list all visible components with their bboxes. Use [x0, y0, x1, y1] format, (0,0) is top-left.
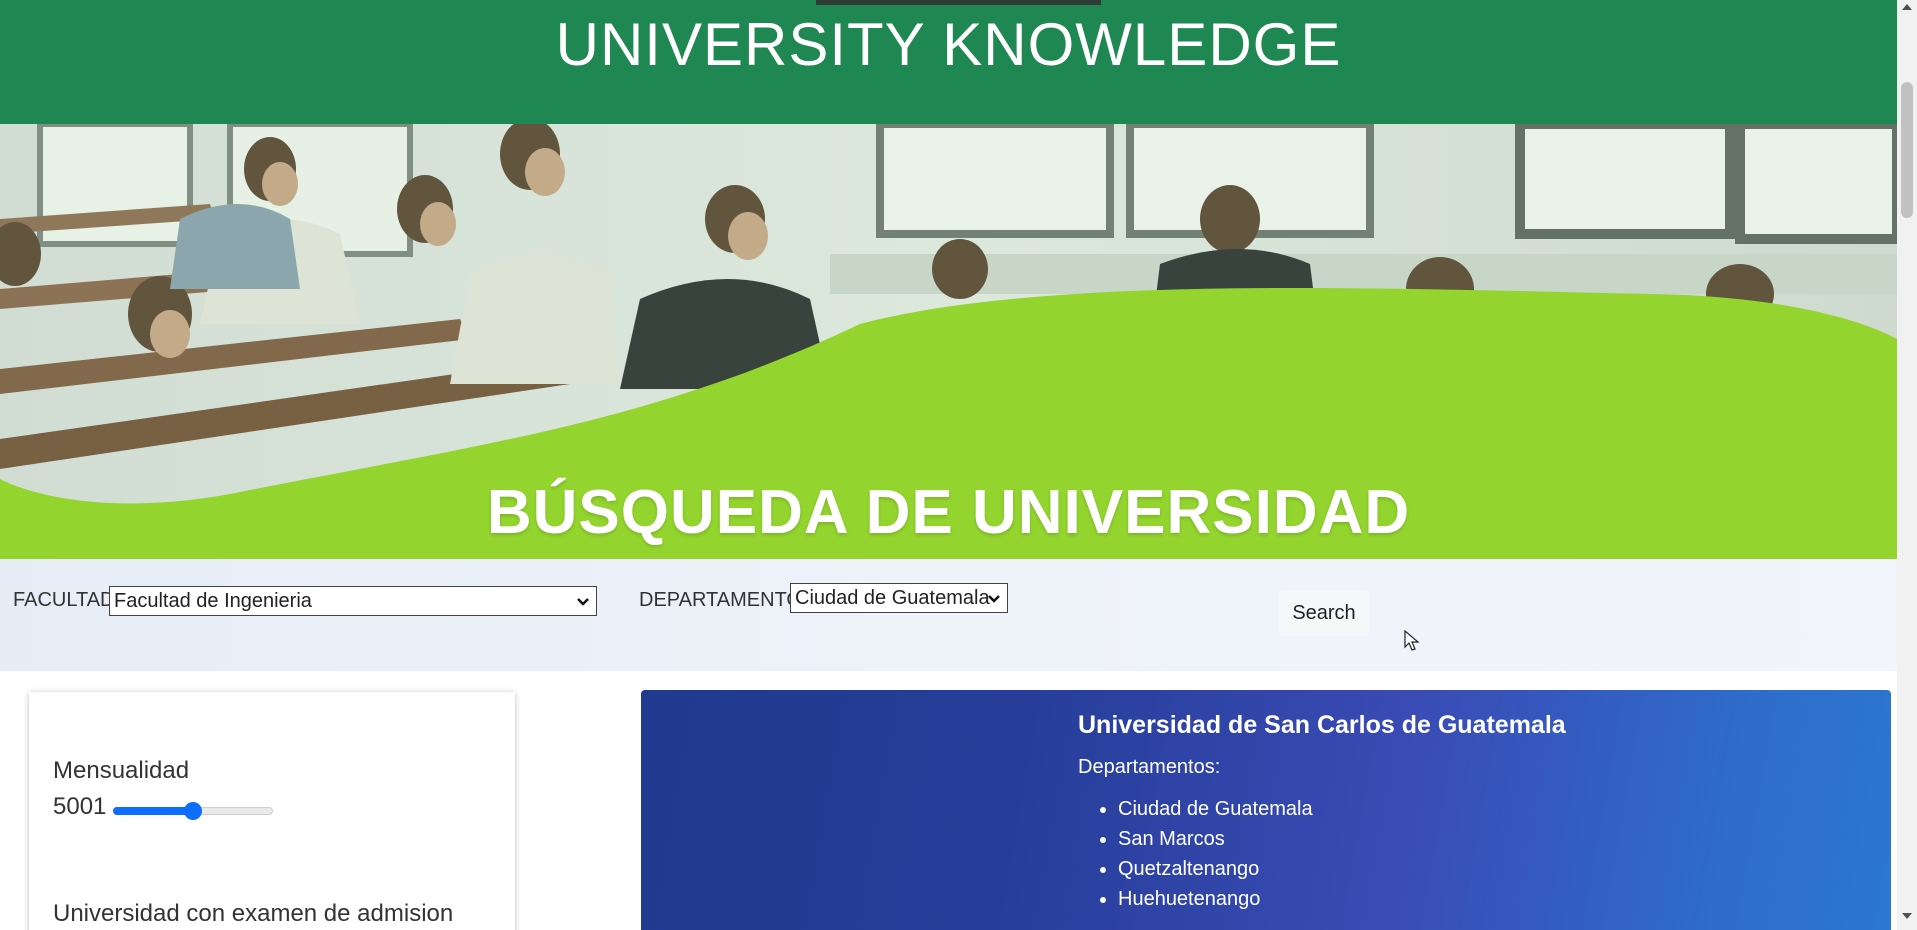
departamento-label: DEPARTAMENTO [639, 589, 802, 611]
site-header: UNIVERSITY KNOWLEDGE [0, 0, 1897, 124]
list-item: Ciudad de Guatemala [1118, 794, 1313, 824]
chevron-down-icon [988, 595, 1000, 603]
mouse-cursor-icon [1404, 630, 1420, 651]
departamento-select[interactable]: Ciudad de Guatemala [790, 583, 1008, 613]
site-title: UNIVERSITY KNOWLEDGE [555, 11, 1342, 78]
header-tab-indicator [816, 0, 1101, 5]
university-result-card[interactable]: Universidad de San Carlos de Guatemala D… [641, 690, 1891, 930]
search-button[interactable]: Search [1279, 590, 1369, 636]
scroll-up-arrow-icon[interactable] [1902, 3, 1912, 11]
filter-card: Mensualidad 5001 Universidad con examen … [29, 692, 515, 930]
facultad-select[interactable]: Facultad de Ingenieria [109, 586, 597, 616]
page: UNIVERSITY KNOWLEDGE BÚSQUEDA DE UNIVERS… [0, 0, 1897, 930]
admision-label: Universidad con examen de admision [53, 900, 454, 927]
vertical-scrollbar[interactable] [1897, 0, 1917, 930]
mensualidad-slider[interactable] [113, 802, 273, 820]
search-bar: FACULTAD Facultad de Ingenieria DEPARTAM… [0, 559, 1897, 671]
mensualidad-value: 5001 [53, 793, 107, 820]
scrollbar-thumb[interactable] [1901, 82, 1913, 218]
departamento-select-value: Ciudad de Guatemala [795, 587, 990, 609]
slider-thumb[interactable] [184, 802, 202, 820]
hero-heading: BÚSQUEDA DE UNIVERSIDAD [486, 478, 1411, 547]
university-name: Universidad de San Carlos de Guatemala [1078, 711, 1566, 739]
slider-fill [113, 807, 193, 815]
list-item: San Marcos [1118, 824, 1313, 854]
list-item: Quetzaltenango [1118, 854, 1313, 884]
chevron-down-icon [577, 598, 589, 606]
mensualidad-label: Mensualidad [53, 757, 190, 784]
scroll-down-arrow-icon[interactable] [1902, 912, 1912, 920]
departamentos-list: Ciudad de Guatemala San Marcos Quetzalte… [1078, 794, 1313, 914]
facultad-select-value: Facultad de Ingenieria [114, 590, 312, 612]
facultad-label: FACULTAD [13, 589, 115, 611]
departamentos-heading: Departamentos: [1078, 756, 1221, 778]
list-item: Huehuetenango [1118, 884, 1313, 914]
hero-banner: BÚSQUEDA DE UNIVERSIDAD [0, 124, 1897, 559]
